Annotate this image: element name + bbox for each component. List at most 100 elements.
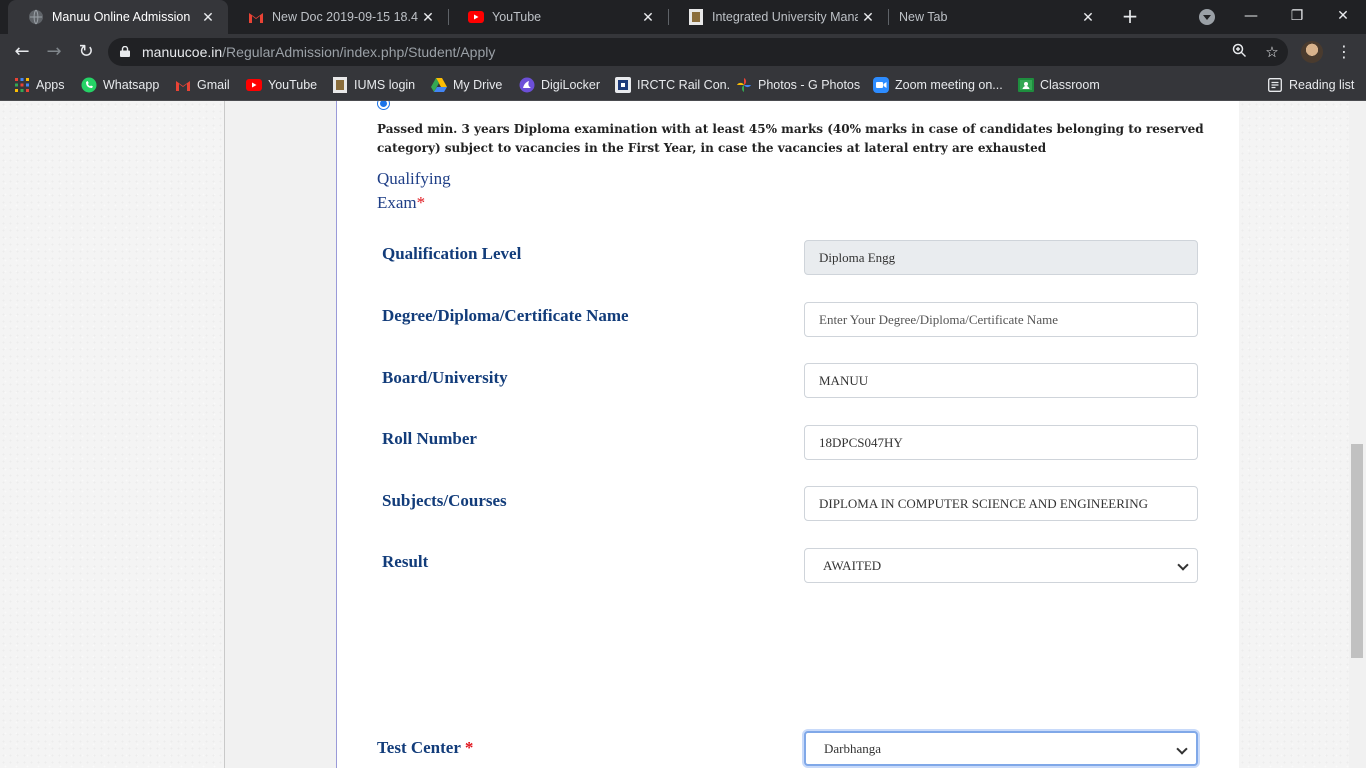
form-container: Passed min. 3 years Diploma examination … — [224, 101, 1239, 768]
degree-name-input[interactable]: Enter Your Degree/Diploma/Certificate Na… — [804, 302, 1198, 337]
page-viewport: Passed min. 3 years Diploma examination … — [0, 101, 1349, 768]
drive-icon — [431, 77, 447, 93]
qualification-level-field[interactable]: Diploma Engg — [804, 240, 1198, 275]
page-scrollbar[interactable] — [1349, 101, 1366, 768]
reload-icon[interactable]: ↻ — [75, 41, 97, 63]
bookmark-youtube[interactable]: YouTube — [246, 76, 317, 94]
reading-list-icon — [1267, 77, 1283, 93]
bookmark-label: IUMS login — [354, 78, 416, 92]
apps-grid-icon — [14, 77, 30, 93]
lock-icon[interactable] — [120, 46, 130, 57]
new-tab-button[interactable]: + — [1119, 5, 1141, 27]
classroom-icon — [1018, 77, 1034, 93]
tab-search-icon[interactable] — [1199, 9, 1215, 25]
eligibility-description: Passed min. 3 years Diploma examination … — [377, 122, 1204, 155]
bookmark-label: DigiLocker — [541, 78, 601, 92]
chevron-down-icon — [1176, 743, 1188, 755]
browser-tab-strip: Manuu Online Admission ✕ New Doc 2019-09… — [0, 0, 1366, 34]
bookmark-label: Zoom meeting on... — [895, 78, 1003, 92]
tab-new-tab[interactable]: New Tab ✕ — [888, 0, 1108, 34]
bookmark-label: Apps — [36, 78, 65, 92]
eligibility-radio[interactable] — [377, 101, 390, 110]
bookmark-my-drive[interactable]: My Drive — [431, 76, 502, 94]
tab-title: Integrated University Manage — [712, 10, 858, 24]
reading-list-label: Reading list — [1289, 78, 1355, 92]
required-asterisk: * — [416, 193, 426, 212]
board-university-label: Board/University — [382, 368, 508, 387]
tab-title: Manuu Online Admission — [52, 10, 191, 24]
bookmark-label: Photos - G Photos — [758, 78, 861, 92]
tab-manuu-online-admission[interactable]: Manuu Online Admission ✕ — [8, 0, 228, 34]
subjects-courses-label: Subjects/Courses — [382, 491, 507, 510]
bookmark-label: My Drive — [453, 78, 503, 92]
close-tab-icon[interactable]: ✕ — [1078, 9, 1098, 26]
window-close-icon[interactable]: ✕ — [1328, 5, 1358, 27]
result-label: Result — [382, 552, 429, 571]
bookmark-irctc[interactable]: IRCTC Rail Con. — [615, 76, 730, 94]
test-center-label-text: Test Center — [377, 738, 461, 757]
tab-integrated-university[interactable]: Integrated University Manage ✕ — [668, 0, 888, 34]
bookmark-label: IRCTC Rail Con. — [637, 78, 731, 92]
qualifying-exam-heading: Qualifying Exam* — [377, 167, 487, 215]
bookmark-zoom-meeting[interactable]: Zoom meeting on... — [873, 76, 1003, 94]
qualification-level-label: Qualification Level — [382, 244, 522, 263]
bookmark-iums-login[interactable]: IUMS login — [332, 76, 415, 94]
youtube-icon — [246, 77, 262, 93]
close-tab-icon[interactable]: ✕ — [638, 9, 658, 26]
tab-youtube[interactable]: YouTube ✕ — [448, 0, 668, 34]
digilocker-icon — [519, 77, 535, 93]
test-center-selected-value: Darbhanga — [824, 741, 882, 756]
bookmark-apps[interactable]: Apps — [14, 76, 65, 94]
bookmark-whatsapp[interactable]: Whatsapp — [81, 76, 159, 94]
browser-toolbar: ← → ↻ manuucoe.in/RegularAdmission/index… — [0, 34, 1366, 70]
globe-icon — [28, 9, 44, 25]
close-tab-icon[interactable]: ✕ — [858, 9, 878, 26]
restore-icon[interactable]: ❐ — [1282, 5, 1312, 27]
board-university-input[interactable]: MANUU — [804, 363, 1198, 398]
zoom-icon[interactable] — [1230, 43, 1248, 61]
zoom-icon — [873, 77, 889, 93]
url-host: manuucoe.in — [142, 44, 223, 60]
back-arrow-icon[interactable]: ← — [11, 41, 33, 63]
bookmark-gmail[interactable]: Gmail — [175, 76, 230, 94]
url-path: /RegularAdmission/index.php/Student/Appl… — [222, 44, 496, 60]
application-form: Passed min. 3 years Diploma examination … — [336, 101, 1239, 768]
youtube-icon — [468, 9, 484, 25]
gmail-icon — [248, 9, 264, 25]
chevron-down-icon — [1177, 559, 1189, 571]
address-bar[interactable]: manuucoe.in/RegularAdmission/index.php/S… — [108, 38, 1288, 66]
scrollbar-thumb[interactable] — [1351, 444, 1363, 658]
required-asterisk: * — [464, 738, 474, 757]
close-tab-icon[interactable]: ✕ — [418, 9, 438, 26]
section-title-text: Qualifying Exam — [377, 169, 451, 212]
tab-title: New Tab — [899, 10, 948, 24]
bookmark-digilocker[interactable]: DigiLocker — [519, 76, 600, 94]
result-selected-value: AWAITED — [823, 558, 882, 573]
university-icon — [688, 9, 704, 25]
close-tab-icon[interactable]: ✕ — [198, 9, 218, 26]
roll-number-input[interactable]: 18DPCS047HY — [804, 425, 1198, 460]
photos-icon — [736, 77, 752, 93]
test-center-label: Test Center * — [377, 738, 473, 758]
result-select[interactable]: AWAITED — [804, 548, 1198, 583]
reading-list-button[interactable]: Reading list — [1267, 76, 1354, 94]
forward-arrow-icon[interactable]: → — [43, 41, 65, 63]
bookmark-label: Whatsapp — [103, 78, 160, 92]
whatsapp-icon — [81, 77, 97, 93]
subjects-courses-input[interactable]: DIPLOMA IN COMPUTER SCIENCE AND ENGINEER… — [804, 486, 1198, 521]
bookmark-label: YouTube — [268, 78, 318, 92]
irctc-icon — [615, 77, 631, 93]
tab-new-doc[interactable]: New Doc 2019-09-15 18.49.4 ✕ — [228, 0, 448, 34]
university-icon — [332, 77, 348, 93]
tab-title: YouTube — [492, 10, 542, 24]
minimize-icon[interactable]: — — [1236, 5, 1266, 27]
bookmark-star-icon[interactable]: ☆ — [1263, 43, 1281, 61]
test-center-select[interactable]: Darbhanga — [804, 731, 1198, 766]
bookmark-label: Classroom — [1040, 78, 1100, 92]
profile-avatar[interactable] — [1301, 41, 1323, 63]
more-menu-icon[interactable]: ⋮ — [1336, 41, 1352, 63]
url-text[interactable]: manuucoe.in/RegularAdmission/index.php/S… — [142, 44, 495, 60]
bookmark-classroom[interactable]: Classroom — [1018, 76, 1100, 94]
roll-number-label: Roll Number — [382, 429, 477, 448]
bookmark-google-photos[interactable]: Photos - G Photos — [736, 76, 860, 94]
